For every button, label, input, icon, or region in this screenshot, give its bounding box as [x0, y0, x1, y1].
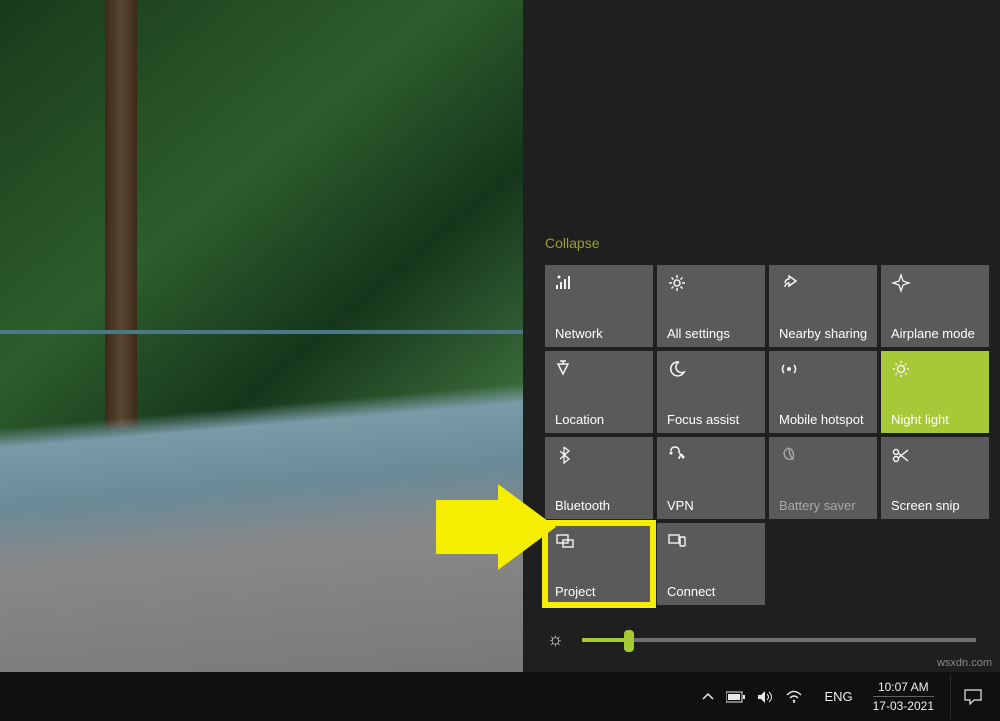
airplane-icon	[891, 273, 979, 297]
wifi-signal-icon	[555, 273, 643, 297]
leaf-icon	[779, 445, 867, 469]
tile-night-light[interactable]: Night light	[881, 351, 989, 433]
action-center-panel: Collapse Network All settings Nearby shari…	[523, 0, 1000, 672]
tile-all-settings[interactable]: All settings	[657, 265, 765, 347]
tile-project[interactable]: Project	[545, 523, 653, 605]
sound-icon[interactable]	[758, 690, 774, 704]
tile-label: Screen snip	[891, 498, 979, 513]
wifi-icon[interactable]	[786, 690, 802, 704]
tile-label: Project	[555, 584, 643, 599]
tile-battery-saver: Battery saver	[769, 437, 877, 519]
tile-airplane-mode[interactable]: Airplane mode	[881, 265, 989, 347]
tile-label: All settings	[667, 326, 755, 341]
location-icon	[555, 359, 643, 383]
tile-label: Network	[555, 326, 643, 341]
tile-network[interactable]: Network	[545, 265, 653, 347]
tile-label: Connect	[667, 584, 755, 599]
brightness-control: ☼	[523, 605, 1000, 660]
tile-label: Focus assist	[667, 412, 755, 427]
wallpaper-detail	[0, 330, 550, 470]
tile-bluetooth[interactable]: Bluetooth	[545, 437, 653, 519]
bluetooth-icon	[555, 445, 643, 469]
tile-connect[interactable]: Connect	[657, 523, 765, 605]
tile-nearby-sharing[interactable]: Nearby sharing	[769, 265, 877, 347]
system-tray[interactable]	[690, 690, 814, 704]
taskbar: ENG 10:07 AM 17-03-2021	[0, 672, 1000, 721]
tile-label: Night light	[891, 412, 979, 427]
taskbar-clock[interactable]: 10:07 AM 17-03-2021	[863, 679, 944, 714]
tile-label: Nearby sharing	[779, 326, 867, 341]
tile-label: Bluetooth	[555, 498, 643, 513]
tile-vpn[interactable]: VPN	[657, 437, 765, 519]
tile-label: Mobile hotspot	[779, 412, 867, 427]
share-icon	[779, 273, 867, 297]
language-indicator[interactable]: ENG	[814, 689, 862, 704]
tile-screen-snip[interactable]: Screen snip	[881, 437, 989, 519]
tile-location[interactable]: Location	[545, 351, 653, 433]
tile-label: VPN	[667, 498, 755, 513]
collapse-button[interactable]: Collapse	[523, 227, 1000, 265]
tile-mobile-hotspot[interactable]: Mobile hotspot	[769, 351, 877, 433]
brightness-slider[interactable]	[582, 638, 977, 642]
brightness-icon: ☼	[547, 629, 564, 650]
tile-label: Battery saver	[779, 498, 867, 513]
tile-focus-assist[interactable]: Focus assist	[657, 351, 765, 433]
annotation-arrow	[436, 484, 556, 570]
vpn-icon	[667, 445, 755, 469]
connect-icon	[667, 531, 755, 555]
sun-icon	[891, 359, 979, 383]
moon-icon	[667, 359, 755, 383]
battery-icon[interactable]	[726, 691, 746, 703]
gear-icon	[667, 273, 755, 297]
clock-time: 10:07 AM	[873, 679, 934, 697]
clock-date: 17-03-2021	[873, 698, 934, 714]
tray-chevron-icon[interactable]	[702, 691, 714, 703]
tile-label: Airplane mode	[891, 326, 979, 341]
watermark-text: wsxdn.com	[937, 657, 992, 669]
snip-icon	[891, 445, 979, 469]
quick-action-tiles: Network All settings Nearby sharing Airplan…	[523, 265, 1000, 605]
hotspot-icon	[779, 359, 867, 383]
project-icon	[555, 531, 643, 555]
action-center-button[interactable]	[950, 675, 994, 719]
tile-label: Location	[555, 412, 643, 427]
